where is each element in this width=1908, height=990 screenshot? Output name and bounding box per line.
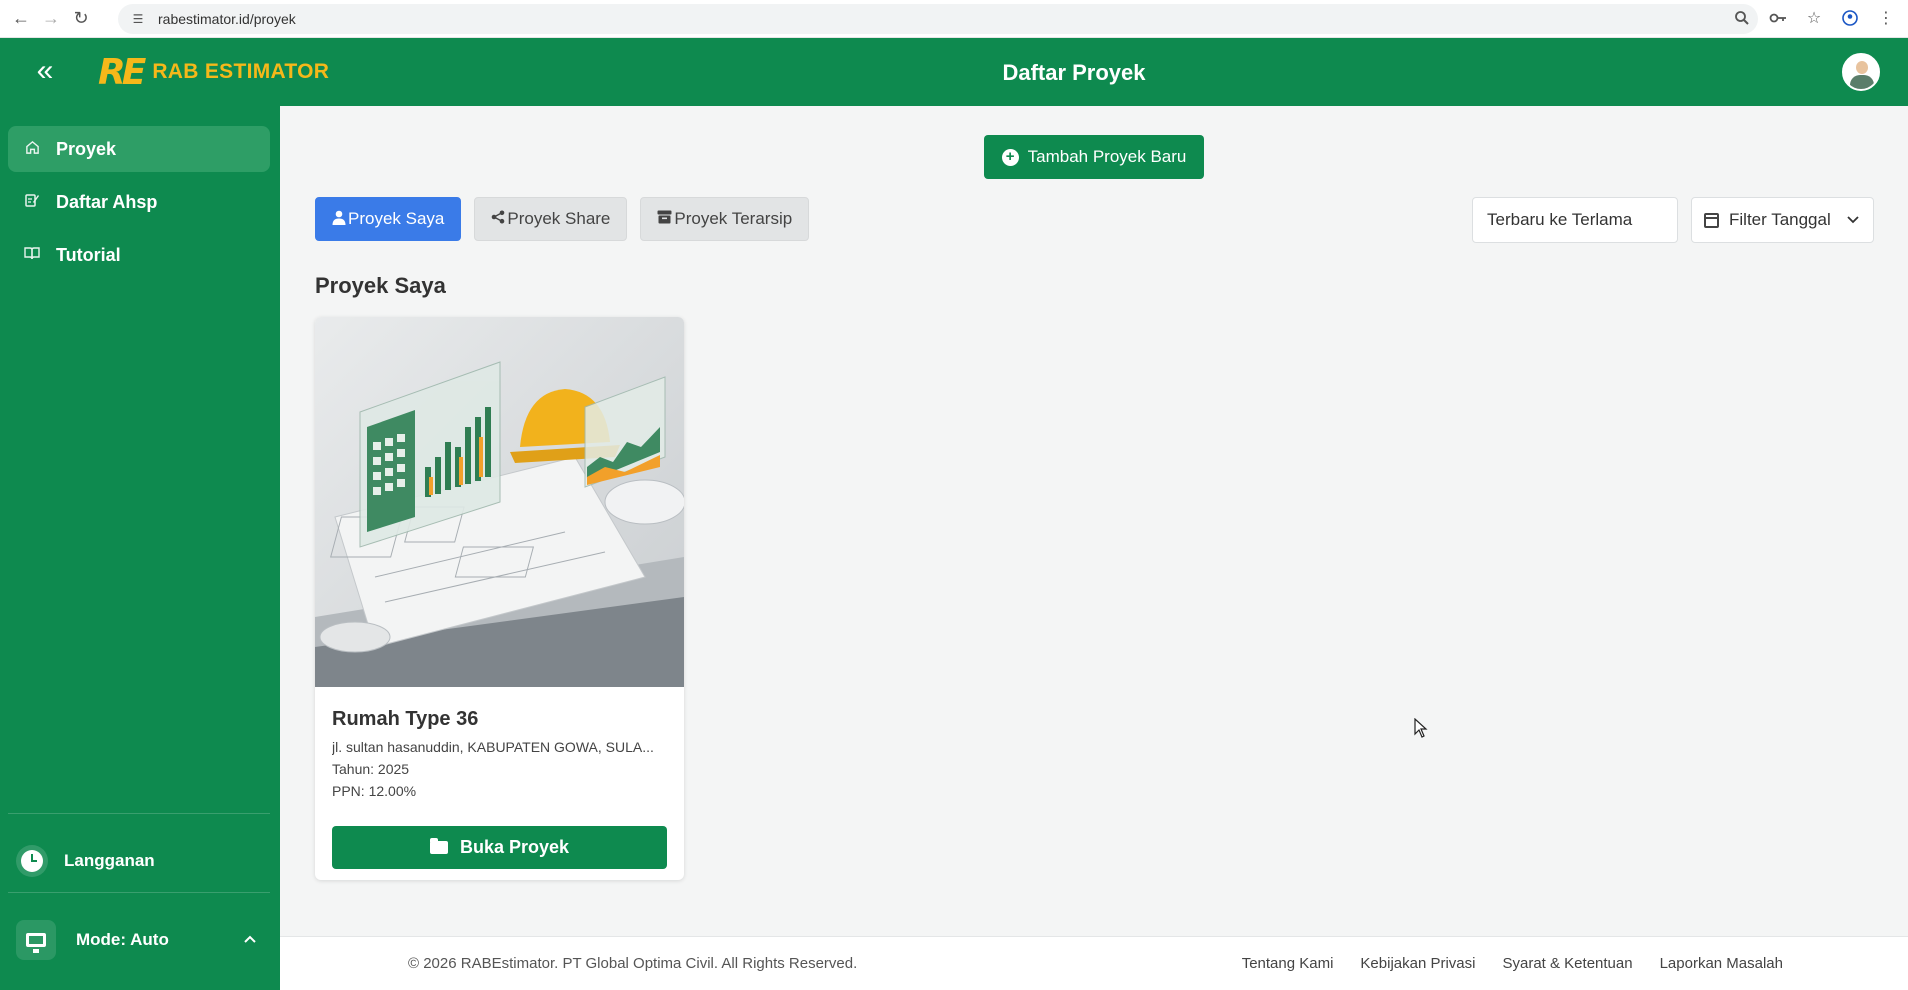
folder-open-icon <box>429 838 448 854</box>
tab-proyek-saya[interactable]: Proyek Saya <box>315 197 462 241</box>
footer-link-privacy[interactable]: Kebijakan Privasi <box>1360 955 1475 972</box>
copyright-text: © 2026 RABEstimator. PT Global Optima Ci… <box>408 955 858 972</box>
footer-link-report[interactable]: Laporkan Masalah <box>1660 955 1783 972</box>
calendar-icon <box>1704 212 1719 228</box>
sidebar-item-label: Daftar Ahsp <box>56 191 158 212</box>
footer-link-terms[interactable]: Syarat & Ketentuan <box>1502 955 1632 972</box>
project-card[interactable]: Rumah Type 36 jl. sultan hasanuddin, KAB… <box>315 317 684 880</box>
add-project-button[interactable]: + Tambah Proyek Baru <box>984 135 1204 179</box>
filter-label: Filter Tanggal <box>1729 210 1831 229</box>
sidebar-item-proyek[interactable]: Proyek <box>8 126 270 172</box>
tab-proyek-share[interactable]: Proyek Share <box>474 197 628 241</box>
sidebar: Proyek Daftar Ahsp Tutorial Langganan Mo… <box>0 106 280 990</box>
url-text[interactable]: rabestimator.id/proyek <box>158 11 296 27</box>
add-project-label: Tambah Proyek Baru <box>1027 147 1187 166</box>
share-icon <box>491 210 505 228</box>
project-tabs: Proyek Saya Proyek Share Proyek Terarsip <box>315 197 810 241</box>
project-year: Tahun: 2025 <box>332 761 410 777</box>
archive-icon <box>657 210 672 228</box>
sidebar-item-label: Tutorial <box>56 244 121 265</box>
chevron-down-icon <box>1847 211 1859 227</box>
sidebar-item-label: Proyek <box>56 138 117 159</box>
project-address: jl. sultan hasanuddin, KABUPATEN GOWA, S… <box>332 739 654 755</box>
mouse-cursor-icon <box>1414 718 1428 738</box>
browser-toolbar: ← → ↻ ☰ rabestimator.id/proyek ☆ ⋮ <box>0 0 1908 38</box>
plus-circle-icon: + <box>1001 148 1019 166</box>
sidebar-divider <box>8 813 270 814</box>
chevron-up-icon <box>244 930 256 946</box>
password-key-icon[interactable] <box>1764 4 1792 32</box>
subscription-label: Langganan <box>64 851 155 870</box>
open-project-button[interactable]: Buka Proyek <box>332 826 667 869</box>
user-avatar[interactable] <box>1842 53 1880 91</box>
user-icon <box>332 210 346 229</box>
mode-label: Mode: Auto <box>76 930 169 949</box>
tab-proyek-terarsip[interactable]: Proyek Terarsip <box>640 197 810 241</box>
sidebar-divider <box>8 892 270 893</box>
monitor-icon <box>16 920 56 960</box>
sort-value: Terbaru ke Terlama <box>1487 210 1633 229</box>
theme-mode-toggle[interactable]: Mode: Auto <box>16 920 264 960</box>
edit-list-icon <box>22 192 42 212</box>
main-content: + Tambah Proyek Baru Proyek Saya Proyek … <box>280 106 1908 936</box>
reload-icon[interactable]: ↻ <box>66 4 96 34</box>
sort-select[interactable]: Terbaru ke Terlama <box>1472 197 1678 243</box>
clock-icon <box>16 845 48 877</box>
subscription-button[interactable]: Langganan <box>16 841 264 881</box>
tab-label: Proyek Share <box>507 209 611 228</box>
home-icon <box>22 140 42 159</box>
tab-label: Proyek Terarsip <box>674 209 793 228</box>
profile-icon[interactable] <box>1836 4 1864 32</box>
site-settings-icon[interactable]: ☰ <box>130 11 146 27</box>
section-title: Proyek Saya <box>315 273 446 298</box>
sidebar-item-daftar-ahsp[interactable]: Daftar Ahsp <box>8 179 270 225</box>
forward-icon[interactable]: → <box>36 4 66 34</box>
project-ppn: PPN: 12.00% <box>332 783 417 799</box>
sidebar-item-tutorial[interactable]: Tutorial <box>8 232 270 278</box>
address-bar[interactable]: ☰ rabestimator.id/proyek <box>118 4 1758 34</box>
footer: © 2026 RABEstimator. PT Global Optima Ci… <box>280 936 1908 990</box>
date-filter-dropdown[interactable]: Filter Tanggal <box>1691 197 1874 243</box>
open-project-label: Buka Proyek <box>459 837 570 857</box>
menu-dots-icon[interactable]: ⋮ <box>1872 4 1900 32</box>
bookmark-star-icon[interactable]: ☆ <box>1800 4 1828 32</box>
zoom-icon[interactable] <box>1728 4 1756 32</box>
project-thumbnail <box>315 317 684 687</box>
book-icon <box>22 246 42 264</box>
page-title: Daftar Proyek <box>1002 60 1146 85</box>
app-header: « RE RAB ESTIMATOR Daftar Proyek <box>0 38 1908 106</box>
footer-link-about[interactable]: Tentang Kami <box>1242 955 1334 972</box>
tab-label: Proyek Saya <box>348 209 445 228</box>
project-title: Rumah Type 36 <box>332 708 479 730</box>
back-icon[interactable]: ← <box>6 4 36 34</box>
footer-links: Tentang Kami Kebijakan Privasi Syarat & … <box>1242 955 1783 972</box>
